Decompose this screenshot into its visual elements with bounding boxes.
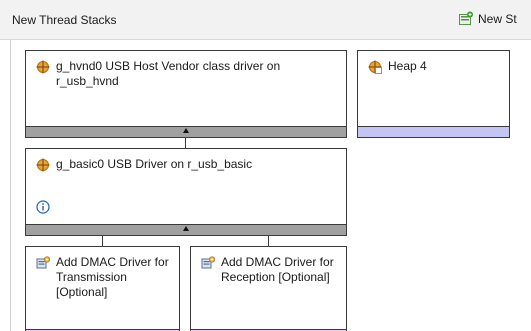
module-usb-host-vendor[interactable]: g_hvnd0 USB Host Vendor class driver on … <box>25 50 347 138</box>
module-label: Add DMAC Driver for Reception [Optional] <box>221 255 334 284</box>
dmac-add-icon <box>36 256 50 269</box>
module-heap[interactable]: Heap 4 <box>357 50 510 138</box>
module-dmac-reception[interactable]: Add DMAC Driver for Reception [Optional] <box>190 246 347 331</box>
new-stack-button[interactable]: New St <box>458 11 517 26</box>
module-header: g_basic0 USB Driver on r_usb_basic <box>36 157 340 172</box>
module-footer[interactable] <box>26 126 346 137</box>
dmac-add-icon <box>201 256 215 269</box>
module-label: g_hvnd0 USB Host Vendor class driver on … <box>56 59 281 88</box>
new-stack-icon <box>459 11 473 25</box>
module-usb-basic[interactable]: g_basic0 USB Driver on r_usb_basic <box>25 148 347 236</box>
stack-connector <box>102 236 103 246</box>
module-label: g_basic0 USB Driver on r_usb_basic <box>56 157 253 171</box>
heap-icon <box>368 60 382 74</box>
info-icon[interactable] <box>36 200 50 214</box>
module-footer[interactable] <box>26 224 346 235</box>
module-label: Add DMAC Driver for Transmission [Option… <box>56 255 169 299</box>
module-header: Heap 4 <box>368 59 503 74</box>
stack-connector <box>268 236 269 246</box>
module-header: Add DMAC Driver for Reception [Optional] <box>201 255 340 285</box>
module-icon <box>36 158 50 172</box>
module-header: Add DMAC Driver for Transmission [Option… <box>36 255 173 300</box>
arrow-up-icon <box>183 128 189 133</box>
module-dmac-transmission[interactable]: Add DMAC Driver for Transmission [Option… <box>25 246 180 331</box>
stack-connector <box>185 138 186 148</box>
arrow-up-icon <box>183 226 189 231</box>
module-label: Heap 4 <box>388 59 427 73</box>
stack-canvas: g_hvnd0 USB Host Vendor class driver on … <box>10 40 531 331</box>
module-footer[interactable] <box>358 126 509 137</box>
module-header: g_hvnd0 USB Host Vendor class driver on … <box>36 59 340 89</box>
panel-title: New Thread Stacks <box>12 13 117 27</box>
thread-stacks-header: New Thread Stacks New St <box>0 0 531 40</box>
module-icon <box>36 60 50 74</box>
new-stack-label: New St <box>478 11 517 26</box>
